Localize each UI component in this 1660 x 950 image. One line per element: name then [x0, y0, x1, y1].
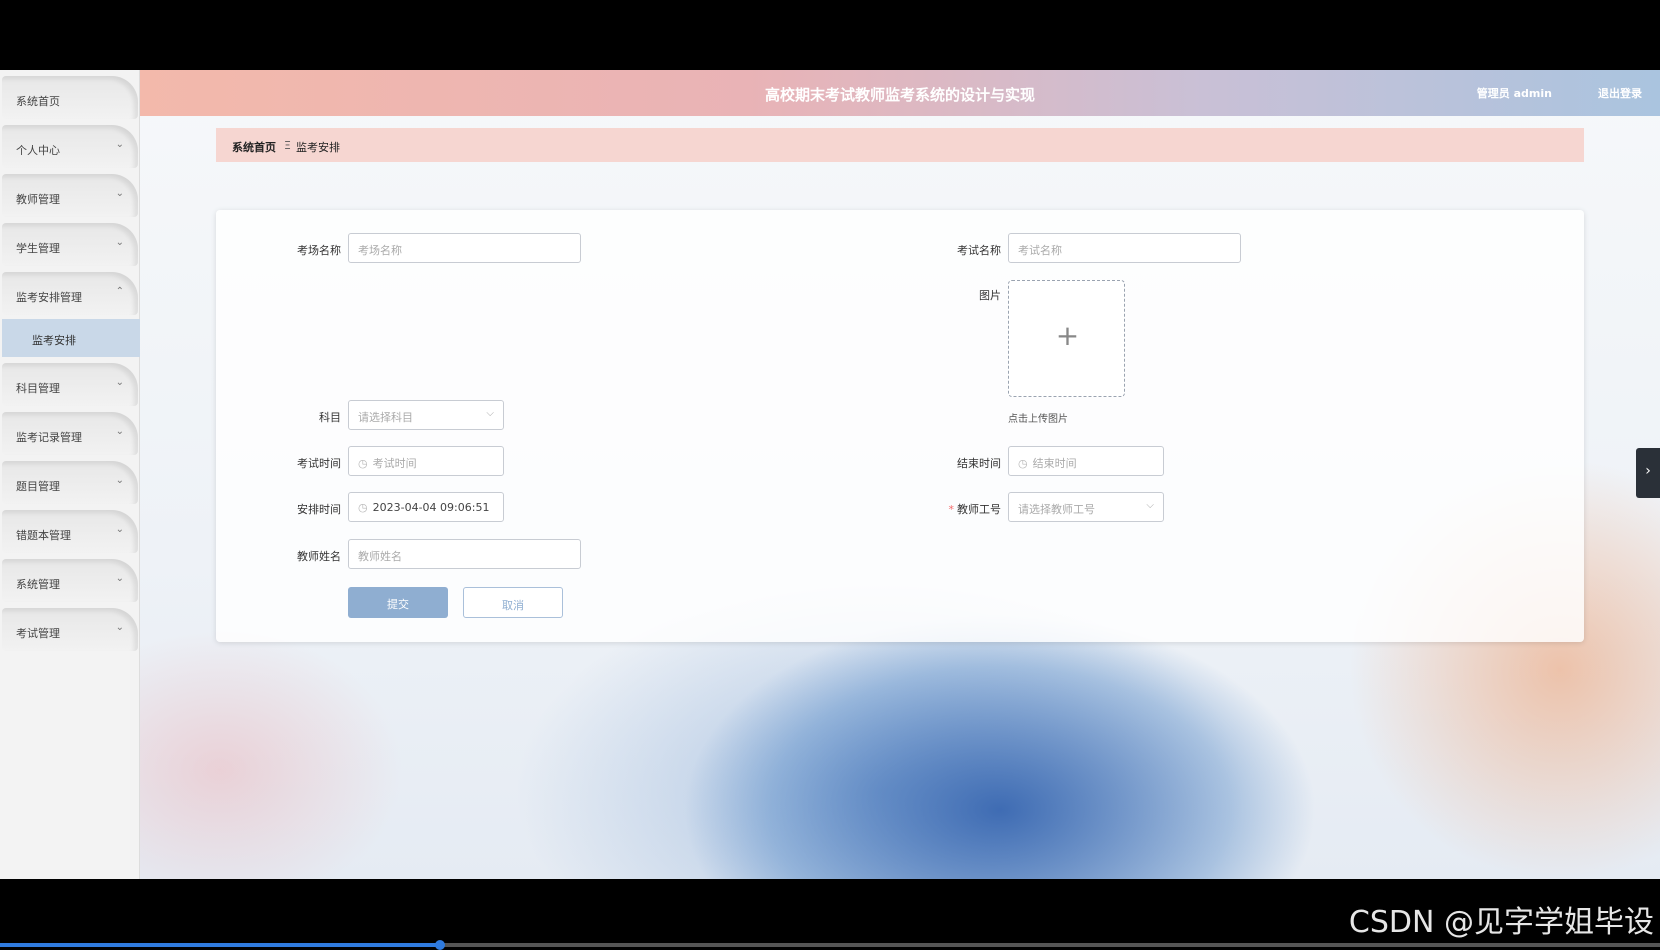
sidebar-item-label: 题目管理 [16, 480, 60, 493]
image-label: 图片 [979, 289, 1001, 302]
exam-time-picker[interactable]: ◷ 考试时间 [348, 446, 504, 476]
sidebar-item-label: 错题本管理 [16, 529, 71, 542]
sidebar: 系统首页 个人中心 ⌄ 教师管理 ⌄ 学生管理 ⌄ 监考安排管理 ⌃ 监考安排 … [0, 70, 140, 879]
top-header: 高校期末考试教师监考系统的设计与实现 管理员 admin 退出登录 [140, 70, 1660, 116]
top-letterbox [0, 0, 1660, 70]
sidebar-item-exam-management[interactable]: 考试管理 ⌄ [2, 608, 138, 651]
chevron-down-icon: ⌄ [115, 524, 124, 535]
subject-select[interactable]: 请选择科目 ⌵ [348, 400, 504, 430]
sidebar-item-system-management[interactable]: 系统管理 ⌄ [2, 559, 138, 602]
chevron-down-icon: ⌄ [115, 139, 124, 150]
chevron-down-icon: ⌄ [115, 573, 124, 584]
sidebar-item-label: 监考安排管理 [16, 291, 82, 304]
chevron-down-icon: ⌄ [115, 188, 124, 199]
teacher-id-label: * 教师工号 [931, 501, 1002, 517]
end-time-placeholder: 结束时间 [1032, 457, 1077, 470]
chevron-down-icon: ⌵ [486, 408, 494, 419]
chevron-up-icon: ⌃ [115, 286, 124, 297]
cancel-button[interactable]: 取消 [463, 587, 563, 618]
sidebar-item-label: 个人中心 [16, 144, 60, 157]
form-card: 考场名称 考场名称 考试名称 考试名称 图片 + 点击上传图片 科目 请选择科目… [216, 210, 1584, 642]
required-mark: * [948, 503, 955, 516]
sidebar-item-record-management[interactable]: 监考记录管理 ⌄ [2, 412, 138, 455]
sidebar-item-label: 系统首页 [16, 95, 60, 108]
sidebar-item-label: 科目管理 [16, 382, 60, 395]
sidebar-item-label: 监考记录管理 [16, 431, 82, 444]
subject-label: 科目 [319, 411, 341, 424]
clock-icon: ◷ [358, 457, 368, 470]
clock-icon: ◷ [358, 501, 368, 514]
chevron-down-icon: ⌄ [115, 475, 124, 486]
arrange-time-label: 安排时间 [297, 503, 341, 516]
arrange-time-picker[interactable]: ◷ 2023-04-04 09:06:51 [348, 492, 504, 522]
plus-icon: + [1055, 319, 1080, 352]
exam-time-label: 考试时间 [297, 457, 341, 470]
app-title: 高校期末考试教师监考系统的设计与实现 [764, 86, 1035, 104]
exam-time-placeholder: 考试时间 [372, 457, 417, 470]
sidebar-item-home[interactable]: 系统首页 [2, 76, 138, 119]
exam-name-input[interactable]: 考试名称 [1008, 233, 1241, 263]
chevron-down-icon: ⌄ [115, 426, 124, 437]
current-user: 管理员 admin [1476, 87, 1552, 100]
teacher-id-label-text: 教师工号 [957, 503, 1001, 516]
video-progress-fill [0, 943, 440, 947]
sidebar-item-subject-management[interactable]: 科目管理 ⌄ [2, 363, 138, 406]
upload-hint: 点击上传图片 [1008, 414, 1068, 425]
sidebar-subitem-label: 监考安排 [32, 334, 76, 347]
sidebar-item-label: 考试管理 [16, 627, 60, 640]
chevron-down-icon: ⌄ [115, 377, 124, 388]
sidebar-subitem-invigilation[interactable]: 监考安排 [2, 319, 140, 357]
arrange-time-value: 2023-04-04 09:06:51 [372, 501, 490, 514]
exam-room-label: 考场名称 [297, 244, 341, 257]
submit-button[interactable]: 提交 [348, 587, 448, 618]
exam-name-label: 考试名称 [957, 244, 1001, 257]
chevron-right-icon[interactable]: › [1636, 448, 1660, 498]
video-progress-bar[interactable] [0, 940, 1660, 950]
sidebar-item-label: 学生管理 [16, 242, 60, 255]
subject-placeholder: 请选择科目 [358, 411, 413, 424]
app-window: 系统首页 个人中心 ⌄ 教师管理 ⌄ 学生管理 ⌄ 监考安排管理 ⌃ 监考安排 … [0, 70, 1660, 879]
end-time-label: 结束时间 [957, 457, 1001, 470]
image-upload-box[interactable]: + [1008, 280, 1125, 397]
watermark: CSDN @见字学姐毕设 [1348, 905, 1654, 940]
sidebar-item-teacher-management[interactable]: 教师管理 ⌄ [2, 174, 138, 217]
sidebar-item-label: 教师管理 [16, 193, 60, 206]
end-time-picker[interactable]: ◷ 结束时间 [1008, 446, 1164, 476]
sidebar-item-question-management[interactable]: 题目管理 ⌄ [2, 461, 138, 504]
clock-icon: ◷ [1018, 457, 1028, 470]
breadcrumb-home[interactable]: 系统首页 [232, 139, 276, 155]
chevron-down-icon: ⌄ [115, 237, 124, 248]
breadcrumb-separator: Ξ [284, 139, 291, 152]
video-progress-knob[interactable] [434, 940, 445, 950]
sidebar-item-label: 系统管理 [16, 578, 60, 591]
sidebar-item-invigilation-management[interactable]: 监考安排管理 ⌃ [2, 272, 138, 315]
chevron-down-icon: ⌵ [1146, 500, 1154, 511]
sidebar-item-personal-center[interactable]: 个人中心 ⌄ [2, 125, 138, 168]
logout-link[interactable]: 退出登录 [1598, 85, 1642, 101]
teacher-name-input[interactable]: 教师姓名 [348, 539, 581, 569]
breadcrumb-current: 监考安排 [296, 141, 340, 154]
exam-room-input[interactable]: 考场名称 [348, 233, 581, 263]
breadcrumb: 系统首页 Ξ 监考安排 [216, 128, 1584, 162]
teacher-id-placeholder: 请选择教师工号 [1018, 503, 1095, 516]
sidebar-item-mistake-book[interactable]: 错题本管理 ⌄ [2, 510, 138, 553]
chevron-down-icon: ⌄ [115, 622, 124, 633]
teacher-name-label: 教师姓名 [297, 550, 341, 563]
sidebar-item-student-management[interactable]: 学生管理 ⌄ [2, 223, 138, 266]
teacher-id-select[interactable]: 请选择教师工号 ⌵ [1008, 492, 1164, 522]
